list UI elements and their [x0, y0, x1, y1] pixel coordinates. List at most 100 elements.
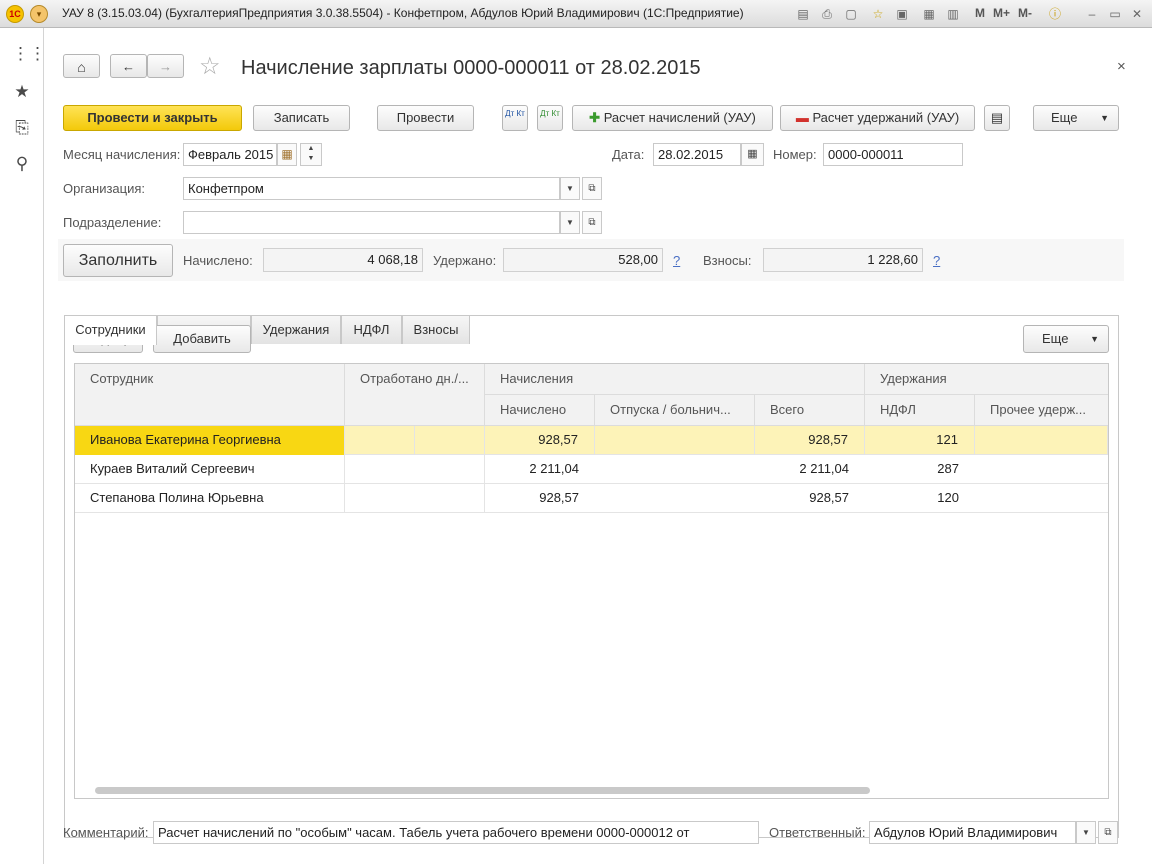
number-field[interactable]: 0000-000011 [823, 143, 963, 166]
back-button[interactable]: ← [110, 54, 147, 78]
calc-accruals-button[interactable]: ✚ Расчет начислений (УАУ) [572, 105, 773, 131]
month-label: Месяц начисления: [63, 147, 181, 162]
chevron-down-icon: ▼ [1100, 113, 1109, 123]
minimize-icon[interactable]: – [1084, 6, 1100, 22]
home-button[interactable]: ⌂ [63, 54, 100, 78]
post-and-close-button[interactable]: Провести и закрыть [63, 105, 242, 131]
contributions-total: 1 228,60 [763, 248, 923, 272]
month-stepper[interactable]: ▲ ▼ [300, 143, 322, 166]
col-other[interactable]: Прочее удерж... [975, 395, 1108, 426]
withheld-label: Удержано: [433, 253, 497, 268]
more-label: Еще [1051, 110, 1078, 125]
tab-employees[interactable]: Сотрудники [64, 315, 157, 345]
tab-ndfl[interactable]: НДФЛ [341, 315, 402, 344]
tab-contributions[interactable]: Взносы [402, 315, 470, 344]
comment-field[interactable]: Расчет начислений по "особым" часам. Таб… [153, 821, 759, 844]
minus-icon: ▬ [795, 110, 809, 125]
panel-more-label: Еще [1042, 331, 1069, 346]
date-field[interactable]: 28.02.2015 [653, 143, 741, 166]
preview-icon[interactable]: ▢ [843, 6, 859, 22]
horizontal-scrollbar[interactable] [95, 787, 870, 794]
open-link-icon[interactable]: ⧉ [1098, 821, 1118, 844]
add-button[interactable]: Добавить [153, 325, 251, 353]
open-link-icon[interactable]: ⧉ [582, 177, 602, 200]
dt-kt-report-icon[interactable]: Дт Кт [537, 105, 563, 131]
responsible-field[interactable]: Абдулов Юрий Владимирович [869, 821, 1076, 844]
department-field[interactable] [183, 211, 560, 234]
cell-employee: Степанова Полина Юрьевна [75, 484, 345, 513]
sections-menu-icon[interactable]: ⋮⋮ [12, 44, 46, 64]
department-label: Подразделение: [63, 215, 162, 230]
cell-accrued: 2 211,04 [529, 461, 579, 476]
favorite-star-icon[interactable]: ☆ [199, 52, 221, 81]
info-icon[interactable]: ⓘ [1047, 6, 1063, 22]
withheld-help-link[interactable]: ? [673, 253, 680, 268]
table-row[interactable]: Кураев Виталий Сергеевич 2 211,04 2 211,… [75, 455, 1108, 484]
memory-store-button[interactable]: M [975, 6, 985, 20]
month-field[interactable]: Февраль 2015 [183, 143, 277, 166]
close-icon[interactable]: × [1117, 58, 1126, 75]
main-menu-icon[interactable]: ▾ [30, 5, 48, 23]
maximize-icon[interactable]: ▭ [1107, 6, 1123, 22]
cell-accrued: 928,57 [539, 490, 579, 505]
calc-deductions-label: Расчет удержаний (УАУ) [812, 110, 960, 125]
cell-vacation [595, 484, 755, 513]
favorites-star-icon[interactable]: ★ [12, 82, 32, 102]
chevron-down-icon[interactable]: ▼ [560, 177, 580, 200]
col-group-deductions: Удержания [865, 364, 1108, 395]
memory-subtract-button[interactable]: M- [1018, 6, 1032, 20]
calendar-icon[interactable]: ▦ [277, 143, 297, 166]
more-menu-button[interactable]: Еще ▼ [1033, 105, 1119, 131]
contributions-help-link[interactable]: ? [933, 253, 940, 268]
chevron-down-icon[interactable]: ▼ [560, 211, 580, 234]
cell-other [975, 455, 1108, 484]
accrued-label: Начислено: [183, 253, 253, 268]
col-worked[interactable]: Отработано дн./... [345, 364, 485, 426]
favorites-icon[interactable]: ☆ [870, 6, 886, 22]
panel-more-button[interactable]: Еще ▼ [1023, 325, 1109, 353]
forward-button[interactable]: → [147, 54, 184, 78]
window-close-icon[interactable]: ✕ [1129, 6, 1145, 22]
post-button[interactable]: Провести [377, 105, 474, 131]
window-titlebar: 1С ▾ УАУ 8 (3.15.03.04) (БухгалтерияПред… [0, 0, 1152, 28]
fill-button[interactable]: Заполнить [63, 244, 173, 277]
organization-field[interactable]: Конфетпром [183, 177, 560, 200]
history-icon[interactable]: ▣ [894, 6, 910, 22]
plus-icon: ✚ [589, 110, 601, 125]
col-total[interactable]: Всего [755, 395, 865, 426]
page-title: Начисление зарплаты 0000-000011 от 28.02… [241, 57, 701, 79]
date-picker-icon[interactable]: ▦ [741, 143, 764, 166]
cell-other [975, 484, 1108, 513]
tab-deductions[interactable]: Удержания [251, 315, 341, 344]
col-accrued[interactable]: Начислено [485, 395, 595, 426]
employees-table: Сотрудник Отработано дн./... Начисления … [74, 363, 1109, 799]
history-icon[interactable]: ⎘ [12, 118, 32, 138]
table-row[interactable]: Степанова Полина Юрьевна 928,57 928,57 1… [75, 484, 1108, 513]
col-ndfl[interactable]: НДФЛ [865, 395, 975, 426]
calculator-icon[interactable]: ▦ [921, 6, 937, 22]
col-employee[interactable]: Сотрудник [75, 364, 345, 426]
cell-employee: Кураев Виталий Сергеевич [75, 455, 345, 484]
save-icon[interactable]: ▤ [795, 6, 811, 22]
cell-employee: Иванова Екатерина Георгиевна [75, 426, 345, 455]
cell-ndfl: 120 [937, 490, 959, 505]
cell-total: 928,57 [755, 426, 865, 455]
chevron-down-icon[interactable]: ▼ [1076, 821, 1096, 844]
memory-add-button[interactable]: M+ [993, 6, 1010, 20]
cell-worked-hours [415, 426, 485, 455]
cell-total: 2 211,04 [799, 461, 849, 476]
cell-worked [345, 455, 485, 484]
accrued-total: 4 068,18 [263, 248, 423, 272]
search-icon[interactable]: ⚲ [12, 154, 32, 174]
cell-worked [345, 484, 485, 513]
col-vacation[interactable]: Отпуска / больнич... [595, 395, 755, 426]
open-link-icon[interactable]: ⧉ [582, 211, 602, 234]
dt-kt-icon[interactable]: Дт Кт [502, 105, 528, 131]
calendar-icon[interactable]: ▥ [945, 6, 961, 22]
table-row[interactable]: Иванова Екатерина Георгиевна 928,57 928,… [75, 426, 1108, 455]
print-icon[interactable]: ⎙ [819, 6, 835, 22]
calc-deductions-button[interactable]: ▬ Расчет удержаний (УАУ) [780, 105, 975, 131]
app-logo-icon[interactable]: 1С [6, 5, 24, 23]
document-icon[interactable]: ▤ [984, 105, 1010, 131]
save-button[interactable]: Записать [253, 105, 350, 131]
